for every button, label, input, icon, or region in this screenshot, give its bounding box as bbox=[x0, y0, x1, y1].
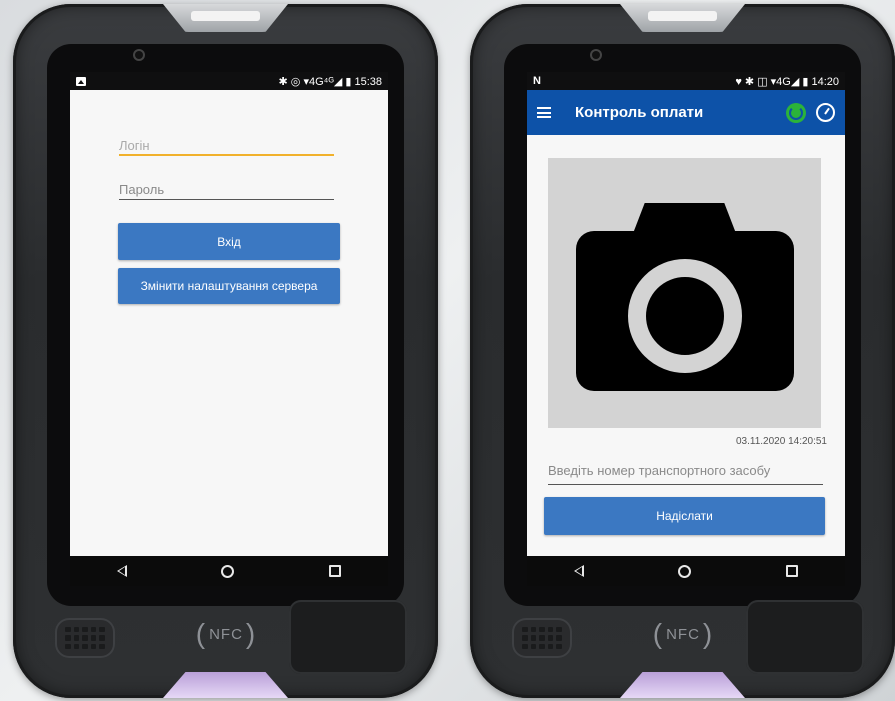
nfc-mark: (NFC) bbox=[652, 618, 714, 649]
top-bumper bbox=[620, 4, 745, 32]
front-camera bbox=[135, 51, 143, 59]
camera-icon bbox=[575, 202, 794, 391]
home-icon[interactable] bbox=[221, 564, 235, 578]
app-bar: Контроль оплати bbox=[527, 90, 845, 135]
nfc-label: NFC bbox=[666, 625, 700, 643]
nav-bar bbox=[70, 556, 388, 586]
nfc-label: NFC bbox=[209, 625, 243, 643]
phone-left: ✱ ◎ ▾4G⁴ᴳ◢ ▮ 15:38 Логін Пароль Вхід Змі… bbox=[13, 4, 438, 698]
notification-icon: N bbox=[533, 75, 541, 87]
back-icon[interactable] bbox=[574, 565, 585, 577]
username-field[interactable]: Логін bbox=[119, 138, 334, 156]
status-bar: ✱ ◎ ▾4G⁴ᴳ◢ ▮ 15:38 bbox=[70, 72, 388, 90]
login-button[interactable]: Вхід bbox=[118, 223, 340, 260]
login-screen: ✱ ◎ ▾4G⁴ᴳ◢ ▮ 15:38 Логін Пароль Вхід Змі… bbox=[70, 72, 388, 586]
change-server-button[interactable]: Змінити налаштування сервера bbox=[118, 268, 340, 304]
top-bumper bbox=[163, 4, 288, 32]
payment-control-screen: N ♥ ✱ ◫ ▾4G◢ ▮ 14:20 Контроль оплати 03.… bbox=[527, 72, 845, 586]
photo-capture-area[interactable] bbox=[548, 158, 821, 428]
bottom-bumper bbox=[163, 672, 288, 698]
recent-apps-icon[interactable] bbox=[328, 565, 341, 577]
nav-bar bbox=[527, 556, 845, 586]
power-icon[interactable] bbox=[786, 102, 806, 123]
menu-icon[interactable] bbox=[537, 107, 551, 118]
vehicle-number-input[interactable]: Введіть номер транспортного засобу bbox=[548, 463, 823, 485]
status-indicators: ✱ ◎ ▾4G⁴ᴳ◢ ▮ 15:38 bbox=[278, 75, 382, 88]
front-camera bbox=[592, 51, 600, 59]
phone-right: N ♥ ✱ ◫ ▾4G◢ ▮ 14:20 Контроль оплати 03.… bbox=[470, 4, 895, 698]
back-icon[interactable] bbox=[117, 565, 128, 577]
page-title: Контроль оплати bbox=[575, 104, 704, 121]
speaker-grille bbox=[55, 618, 115, 658]
nfc-mark: (NFC) bbox=[195, 618, 257, 649]
photo-timestamp: 03.11.2020 14:20:51 bbox=[735, 436, 827, 447]
password-field[interactable]: Пароль bbox=[119, 182, 334, 200]
home-icon[interactable] bbox=[678, 564, 692, 578]
submit-button[interactable]: Надіслати bbox=[544, 497, 825, 535]
bottom-bumper bbox=[620, 672, 745, 698]
scanner-window bbox=[289, 600, 407, 674]
scanner-window bbox=[746, 600, 864, 674]
status-bar: N ♥ ✱ ◫ ▾4G◢ ▮ 14:20 bbox=[527, 72, 845, 90]
timer-icon[interactable] bbox=[816, 103, 835, 122]
speaker-grille bbox=[512, 618, 572, 658]
status-indicators: ♥ ✱ ◫ ▾4G◢ ▮ 14:20 bbox=[735, 75, 839, 88]
gallery-icon bbox=[76, 76, 86, 86]
recent-apps-icon[interactable] bbox=[785, 565, 798, 577]
